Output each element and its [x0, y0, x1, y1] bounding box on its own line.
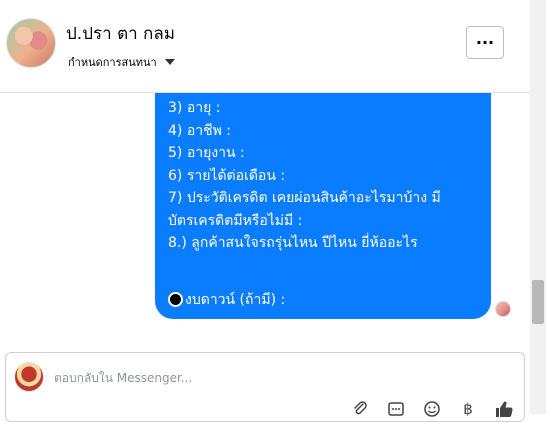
- emoji-icon[interactable]: [422, 399, 442, 419]
- message-line: 8.) ลูกค้าสนใจรถรุ่นไหน ปีไหน ยี่ห้ออะไร: [168, 235, 418, 251]
- reply-input[interactable]: [52, 367, 476, 389]
- message-line: งบดาวน์ (ถ้ามี) :: [185, 291, 286, 308]
- more-options-button[interactable]: ···: [466, 26, 504, 59]
- contact-name[interactable]: ป.ปรา ตา กลม: [66, 20, 175, 47]
- scrollbar-thumb[interactable]: [532, 280, 544, 324]
- message-thread[interactable]: 3) อายุ : 4) อาชีพ : 5) อายุงาน : 6) ราย…: [0, 93, 530, 333]
- message-bubble[interactable]: 3) อายุ : 4) อาชีพ : 5) อายุงาน : 6) ราย…: [155, 93, 491, 319]
- baht-icon[interactable]: ฿: [458, 399, 478, 419]
- seen-avatar: [495, 301, 511, 317]
- attachment-icon[interactable]: [350, 399, 370, 419]
- message-line: 4) อาชีพ :: [168, 122, 231, 139]
- conversation-header: ป.ปรา ตา กลม กำหนดการสนทนา ···: [0, 0, 530, 93]
- message-line: 3) อายุ :: [168, 100, 221, 116]
- message-last-line: งบดาวน์ (ถ้ามี) :: [168, 289, 479, 312]
- user-avatar: [14, 362, 44, 392]
- message-line: 7) ประวัติเครดิต เคยผ่อนสินค้าอะไรมาบ้าง…: [168, 190, 441, 206]
- chevron-down-icon: [164, 59, 175, 65]
- message-line: บัตรเครดิตมีหรือไม่มี :: [168, 212, 303, 229]
- bullet-dot-icon: [168, 292, 183, 308]
- like-icon[interactable]: [494, 399, 514, 419]
- gif-icon[interactable]: [386, 399, 406, 419]
- contact-avatar[interactable]: [6, 18, 56, 68]
- message-line: 5) อายุงาน :: [168, 145, 245, 161]
- conversation-settings-label: กำหนดการสนทนา: [68, 56, 157, 69]
- message-composer: ฿: [5, 352, 525, 422]
- message-line: 6) รายได้ต่อเดือน :: [168, 167, 286, 184]
- conversation-settings[interactable]: กำหนดการสนทนา: [68, 53, 175, 71]
- scrollbar[interactable]: [530, 0, 546, 414]
